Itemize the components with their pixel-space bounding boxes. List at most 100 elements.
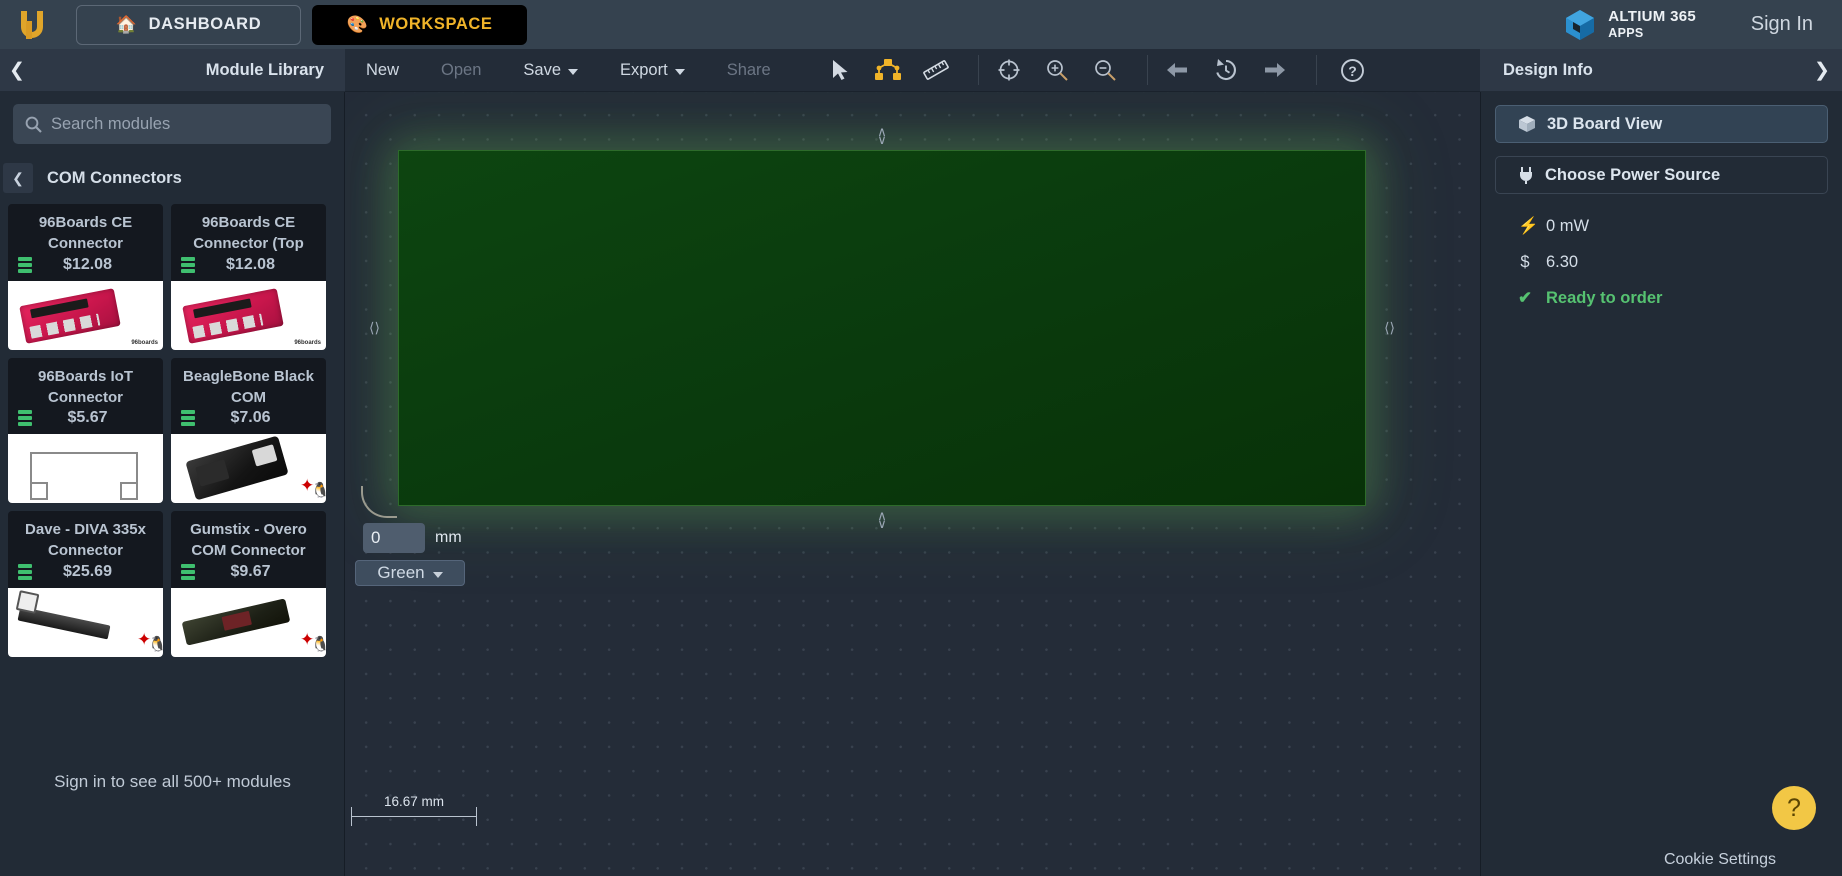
design-info-title: Design Info	[1503, 60, 1593, 79]
corner-radius-input[interactable]	[363, 523, 425, 553]
cost-value: 6.30	[1546, 252, 1579, 271]
menu-export-label: Export	[620, 60, 668, 79]
resize-handle-left[interactable]: ⟨⟩	[369, 320, 380, 337]
dimension-line	[351, 816, 477, 817]
module-info: 96Boards CE Connector $12.08	[8, 204, 163, 281]
chevron-down-icon	[568, 68, 578, 75]
module-card[interactable]: Gumstix - Overo COM Connector $9.67 ✦ 🐧	[171, 511, 326, 657]
module-thumbnail	[8, 434, 163, 504]
search-placeholder: Search modules	[51, 114, 171, 133]
module-name: 96Boards CE Connector (Top	[193, 214, 304, 253]
module-name: BeagleBone Black COM	[183, 367, 314, 406]
dimension-cap-right	[476, 807, 477, 826]
upverter-logo-icon[interactable]	[0, 8, 64, 42]
linux-logo-icon: 🐧	[311, 482, 326, 500]
3d-board-view-button[interactable]: 3D Board View	[1495, 105, 1828, 143]
menu-share[interactable]: Share	[706, 49, 792, 92]
menu-new-label: New	[366, 60, 400, 79]
module-card[interactable]: 96Boards CE Connector (Top $12.08 96boar…	[171, 204, 326, 350]
fit-to-screen-icon[interactable]	[985, 49, 1033, 92]
menu-new[interactable]: New	[345, 49, 420, 92]
menu-open[interactable]: Open	[420, 49, 502, 92]
toolbar-divider	[1315, 55, 1317, 85]
dimension-label: 16.67 mm	[383, 794, 445, 809]
watermark: 96boards	[131, 339, 158, 346]
module-thumbnail: ✦ 🐧	[171, 587, 326, 657]
module-price: $9.67	[230, 562, 271, 580]
resize-handle-bottom[interactable]: ∧ ∨	[877, 509, 887, 530]
module-name: 96Boards CE Connector	[38, 214, 133, 253]
bolt-icon: ⚡	[1518, 216, 1539, 235]
help-circle-icon[interactable]: ?	[1329, 49, 1377, 92]
sign-in-button[interactable]: Sign In	[1751, 0, 1813, 49]
module-card[interactable]: Dave - DIVA 335x Connector $25.69 ✦ 🐧	[8, 511, 163, 657]
order-status: ✔ Ready to order	[1481, 280, 1842, 316]
ruler-measure-icon[interactable]	[912, 49, 960, 92]
pcb-canvas[interactable]: ∧∨ ∧∨ ⟨⟩ ⟨⟩ mm Green 16.67 mm	[345, 92, 1480, 876]
linux-logo-icon: 🐧	[311, 635, 326, 653]
dollar-icon: $	[1520, 252, 1530, 271]
module-card[interactable]: BeagleBone Black COM $7.06 ✦ 🐧	[171, 357, 326, 504]
chevron-left-icon[interactable]: ❮	[2, 59, 32, 82]
module-info: 96Boards CE Connector (Top $12.08	[171, 204, 326, 281]
history-icon[interactable]	[1202, 49, 1250, 92]
module-name: Dave - DIVA 335x Connector	[25, 521, 146, 560]
route-nets-icon[interactable]	[864, 49, 912, 92]
board-color-select[interactable]: Green	[355, 560, 465, 586]
altium-365-subtitle: APPS	[1608, 25, 1644, 40]
corner-radius-control: mm Green	[353, 482, 465, 586]
chevron-down-icon	[674, 68, 685, 75]
undo-icon[interactable]	[1154, 49, 1202, 92]
module-info: 96Boards IoT Connector $5.67	[8, 357, 163, 435]
zoom-out-icon[interactable]	[1081, 49, 1129, 92]
workspace-button[interactable]: 🎨 WORKSPACE	[312, 4, 527, 45]
category-name: COM Connectors	[47, 168, 182, 187]
3d-board-view-label: 3D Board View	[1547, 114, 1663, 133]
cursor-arrow-icon[interactable]	[816, 49, 864, 92]
zoom-in-icon[interactable]	[1033, 49, 1081, 92]
menu-export[interactable]: Export	[599, 49, 706, 92]
board-outline-group: ∧ ∨ ∧ ∨ ⟨⟩ ⟨⟩	[369, 125, 1395, 530]
order-status-label: Ready to order	[1546, 288, 1663, 307]
module-info: Dave - DIVA 335x Connector $25.69	[8, 511, 163, 588]
altium-cube-icon	[1566, 9, 1595, 40]
menu-save[interactable]: Save	[502, 49, 599, 92]
category-row: ❮ COM Connectors	[0, 158, 344, 198]
module-info: BeagleBone Black COM $7.06	[171, 357, 326, 435]
module-thumbnail: 96boards	[171, 280, 326, 350]
dimension-cap-left	[351, 807, 352, 826]
toolbar-divider	[1146, 55, 1148, 85]
dashboard-label: DASHBOARD	[148, 15, 262, 33]
help-fab-button[interactable]: ?	[1772, 786, 1816, 830]
module-card[interactable]: 96Boards IoT Connector $5.67	[8, 357, 163, 504]
menu-share-label: Share	[726, 60, 771, 79]
module-thumbnail: ✦ 🐧	[8, 587, 163, 657]
redo-icon[interactable]	[1250, 49, 1298, 92]
resize-handle-top[interactable]: ∧ ∨	[877, 125, 887, 146]
corner-radius-unit: mm	[435, 529, 462, 546]
svg-text:?: ?	[1348, 63, 1357, 79]
cookie-settings-link[interactable]: Cookie Settings	[1664, 851, 1776, 869]
altium-365-title: ALTIUM 365	[1608, 8, 1696, 26]
module-card[interactable]: 96Boards CE Connector $12.08 96boards	[8, 204, 163, 350]
corner-radius-icon	[353, 482, 401, 522]
watermark: 96boards	[294, 339, 321, 346]
signin-modules-note[interactable]: Sign in to see all 500+ modules	[0, 772, 345, 792]
category-back-button[interactable]: ❮	[3, 163, 33, 193]
choose-power-source-label: Choose Power Source	[1545, 165, 1721, 184]
module-price: $7.06	[230, 409, 271, 427]
choose-power-source-button[interactable]: Choose Power Source	[1495, 156, 1828, 194]
home-icon: 🏠	[115, 15, 138, 34]
dashboard-button[interactable]: 🏠 DASHBOARD	[76, 4, 301, 45]
resize-handle-right[interactable]: ⟨⟩	[1384, 320, 1395, 337]
top-navigation-bar: 🏠 DASHBOARD 🎨 WORKSPACE ALTIUM 365 APPS …	[0, 0, 1842, 49]
altium-365-apps-button[interactable]: ALTIUM 365 APPS	[1563, 0, 1696, 49]
chevron-right-icon[interactable]: ❯	[1802, 59, 1842, 82]
pcb-board[interactable]	[398, 150, 1366, 506]
module-library-header: ❮ Module Library	[0, 49, 345, 92]
search-input[interactable]: Search modules	[13, 104, 331, 144]
stock-level-icon	[181, 256, 195, 273]
workspace-label: WORKSPACE	[379, 15, 493, 33]
module-price: $25.69	[63, 562, 112, 580]
power-value: 0 mW	[1546, 216, 1590, 235]
